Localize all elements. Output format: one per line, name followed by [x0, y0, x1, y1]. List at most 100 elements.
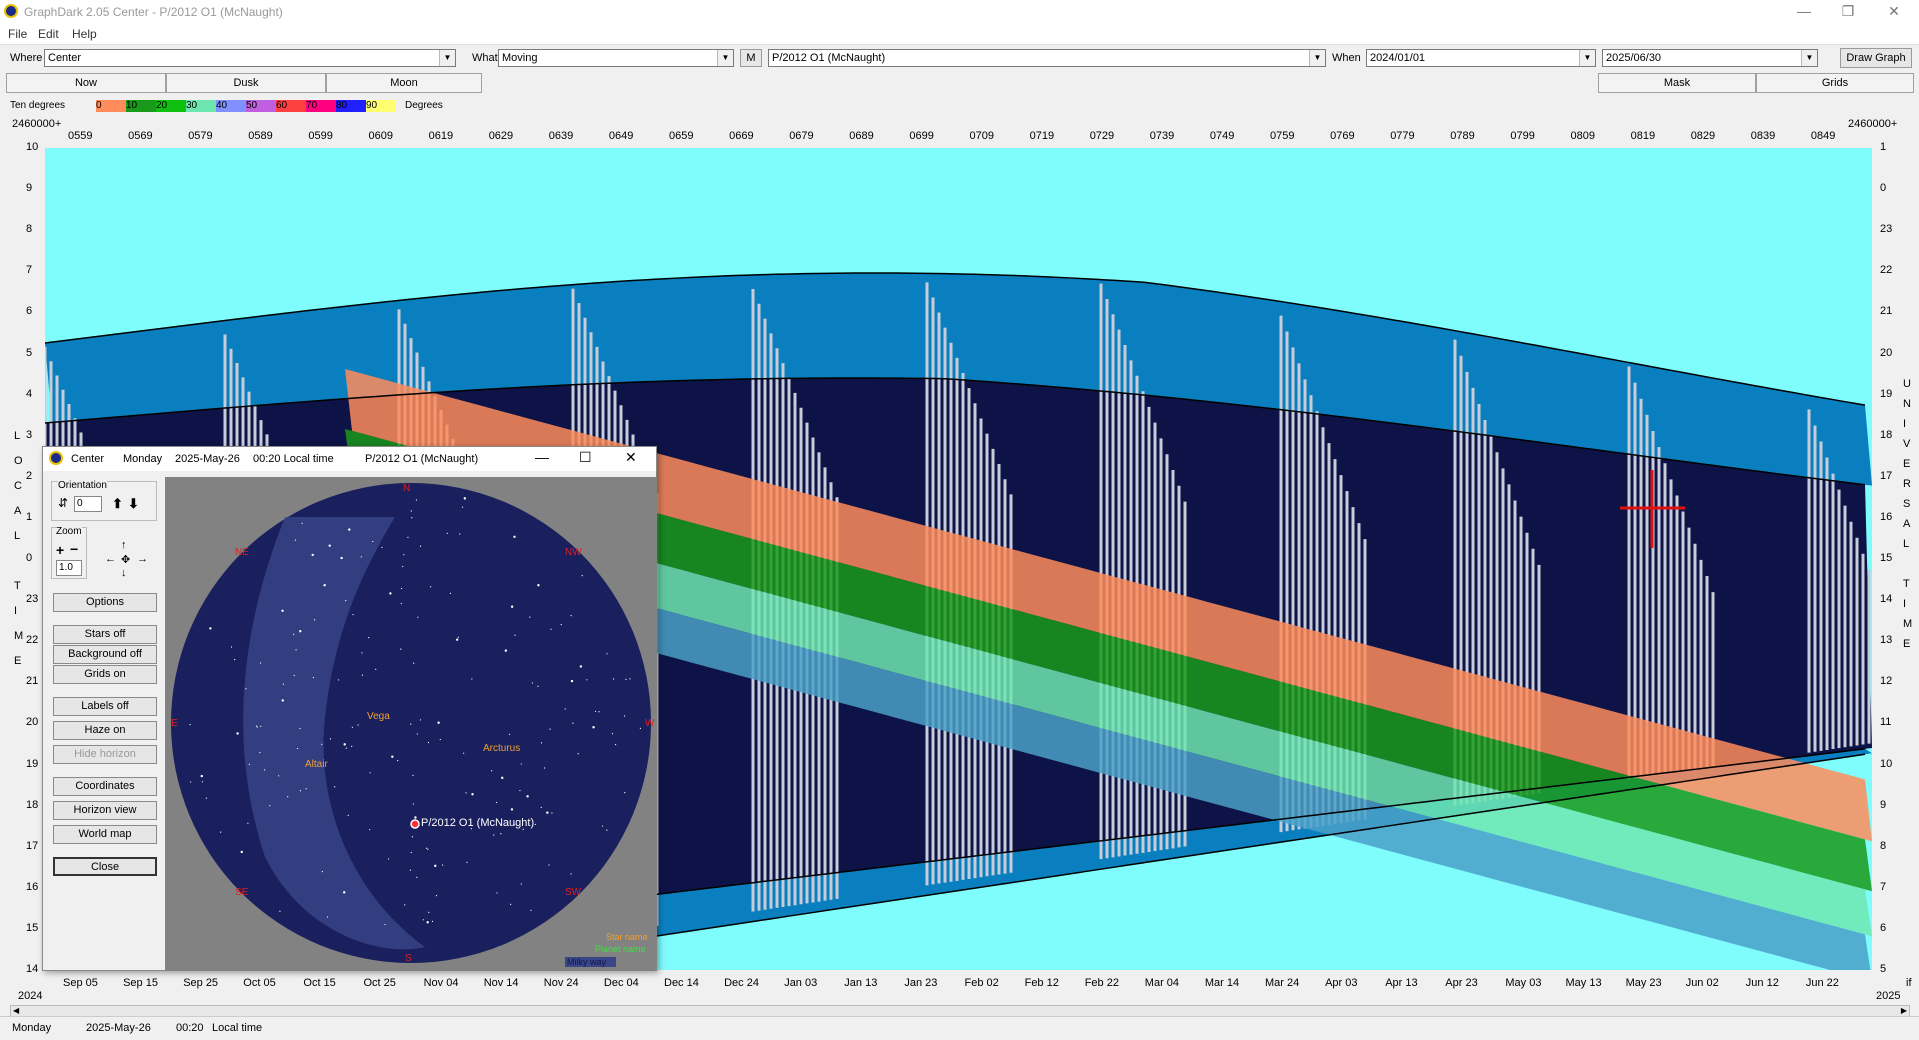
star — [459, 533, 461, 535]
menu-edit[interactable]: Edit — [38, 27, 59, 41]
tab-now[interactable]: Now — [6, 73, 166, 93]
sky-chart[interactable]: Star name Planet name Milky way N NE NW … — [165, 477, 657, 971]
draw-graph-button[interactable]: Draw Graph — [1840, 48, 1912, 68]
universal-time-tick: 1 — [1880, 141, 1887, 153]
m-button[interactable]: M — [740, 49, 762, 67]
end-date-select[interactable]: 2025/06/30 ▼ — [1602, 49, 1818, 67]
local-time-tick: 18 — [26, 798, 39, 811]
chevron-down-icon[interactable]: ▼ — [439, 50, 455, 66]
hide-horizon-button[interactable]: Hide horizon — [53, 745, 157, 764]
tab-dusk[interactable]: Dusk — [166, 73, 326, 93]
scroll-right-icon[interactable]: ▶ — [1901, 1006, 1907, 1015]
start-date-select[interactable]: 2024/01/01 ▼ — [1366, 49, 1596, 67]
star — [293, 674, 295, 677]
star — [519, 789, 521, 792]
stars-off-button[interactable]: Stars off — [53, 625, 157, 644]
where-select[interactable]: Center ▼ — [44, 49, 456, 67]
star — [471, 678, 473, 680]
star — [287, 796, 289, 798]
universal-time-tick: 21 — [1880, 305, 1893, 318]
date-tick: Feb 02 — [964, 977, 999, 989]
sky-window-titlebar[interactable]: Center Monday 2025-May-26 00:20 Local ti… — [43, 447, 656, 471]
pan-right-icon[interactable]: → — [137, 553, 148, 565]
menu-file[interactable]: File — [8, 27, 27, 41]
mode-tabs: Now Dusk Moon Mask Grids — [0, 71, 1919, 95]
minimize-button[interactable]: — — [1782, 0, 1826, 24]
key-star-name: Star name — [606, 932, 648, 942]
jd-tick: 0729 — [1089, 130, 1115, 142]
local-time-letter: I — [14, 605, 18, 617]
sky-maximize-button[interactable]: ☐ — [579, 449, 592, 466]
sky-close-button[interactable]: ✕ — [625, 449, 637, 466]
star — [500, 833, 502, 835]
what-select[interactable]: Moving ▼ — [498, 49, 734, 67]
jd-tick: 0719 — [1029, 130, 1055, 142]
star — [463, 497, 467, 500]
close-button[interactable]: Close — [53, 857, 157, 876]
star — [189, 724, 191, 726]
pan-down-icon[interactable]: ↓ — [121, 567, 127, 579]
jd-tick: 0749 — [1209, 130, 1235, 142]
zoom-in-icon[interactable]: + — [56, 542, 64, 558]
rotate-up-icon[interactable]: ⬆ — [112, 496, 123, 512]
grids-on-button[interactable]: Grids on — [53, 665, 157, 684]
star — [606, 653, 608, 655]
chevron-down-icon[interactable]: ▼ — [1801, 50, 1817, 66]
star — [299, 727, 301, 730]
rotate-down-icon[interactable]: ⬇ — [128, 496, 139, 512]
star — [345, 600, 347, 602]
star — [301, 522, 303, 524]
pan-up-icon[interactable]: ↑ — [121, 539, 127, 551]
date-tick: Jun 02 — [1685, 977, 1719, 989]
zoom-out-icon[interactable]: − — [70, 541, 78, 557]
tab-grids[interactable]: Grids — [1756, 73, 1914, 93]
star — [495, 801, 498, 804]
date-tick: Jan 13 — [844, 977, 878, 989]
world-map-button[interactable]: World map — [53, 825, 157, 844]
horizon-view-button[interactable]: Horizon view — [53, 801, 157, 820]
star — [387, 858, 390, 860]
star — [372, 540, 374, 543]
pan-left-icon[interactable]: ← — [105, 553, 116, 565]
pan-center-icon[interactable]: ✥ — [121, 553, 130, 566]
scroll-left-icon[interactable]: ◀ — [13, 1006, 19, 1015]
star — [564, 708, 566, 710]
target-marker — [410, 819, 420, 829]
universal-time-tick: 23 — [1880, 223, 1893, 236]
object-select[interactable]: P/2012 O1 (McNaught) ▼ — [768, 49, 1326, 67]
star — [209, 627, 212, 630]
star — [598, 711, 600, 713]
chevron-down-icon[interactable]: ▼ — [717, 50, 733, 66]
universal-time-letter: E — [1903, 638, 1911, 650]
legend-swatch-label: 20 — [156, 100, 168, 111]
maximize-button[interactable]: ❐ — [1826, 0, 1870, 24]
star — [419, 545, 422, 547]
background-off-button[interactable]: Background off — [53, 645, 157, 664]
jd-tick: 0819 — [1630, 130, 1656, 142]
jd-tick: 0649 — [608, 130, 634, 142]
date-tick: Nov 24 — [543, 977, 579, 989]
coordinates-button[interactable]: Coordinates — [53, 777, 157, 796]
chevron-down-icon[interactable]: ▼ — [1309, 50, 1325, 66]
labels-off-button[interactable]: Labels off — [53, 697, 157, 716]
star — [294, 539, 297, 541]
zoom-input[interactable]: 1.0 — [56, 560, 82, 576]
star-label-vega: Vega — [367, 711, 390, 722]
rotate-icon[interactable]: ⇵ — [58, 496, 68, 510]
star — [263, 769, 266, 771]
sky-view-window[interactable]: Center Monday 2025-May-26 00:20 Local ti… — [42, 446, 657, 971]
star — [510, 605, 514, 608]
local-time-letter: M — [14, 630, 24, 642]
sky-minimize-button[interactable]: — — [535, 449, 549, 465]
chevron-down-icon[interactable]: ▼ — [1579, 50, 1595, 66]
close-window-button[interactable]: ✕ — [1872, 0, 1916, 24]
tab-mask[interactable]: Mask — [1598, 73, 1756, 93]
options-button[interactable]: Options — [53, 593, 157, 612]
tab-moon[interactable]: Moon — [326, 73, 482, 93]
star — [570, 614, 572, 617]
jd-tick: 0619 — [428, 130, 454, 142]
key-planet-name: Planet name — [595, 944, 646, 954]
haze-on-button[interactable]: Haze on — [53, 721, 157, 740]
menu-help[interactable]: Help — [72, 27, 97, 41]
orientation-input[interactable]: 0 — [74, 496, 102, 512]
